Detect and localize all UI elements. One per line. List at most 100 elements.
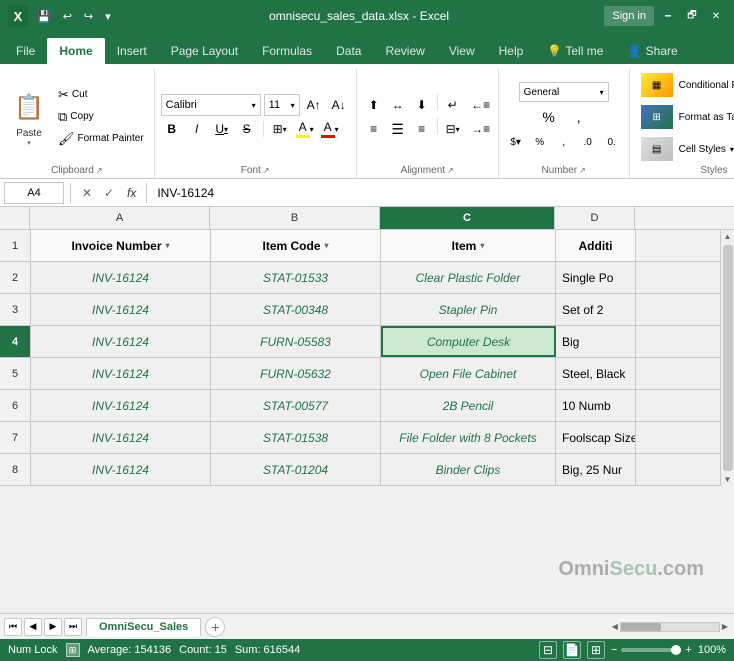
sheet-prev-btn[interactable]: ◀ (24, 618, 42, 636)
copy-button[interactable]: ⧉ Copy (54, 107, 148, 127)
tab-file[interactable]: File (4, 38, 47, 64)
decrease-indent-btn[interactable]: ←≡ (470, 94, 492, 116)
top-align-btn[interactable]: ⬆ (363, 94, 385, 116)
cell-a6[interactable]: INV-16124 (31, 390, 211, 421)
bottom-align-btn[interactable]: ⬇ (411, 94, 433, 116)
add-sheet-btn[interactable]: + (205, 617, 225, 637)
undo-btn[interactable]: ↩ (60, 8, 75, 25)
tab-view[interactable]: View (437, 38, 487, 64)
cell-b7[interactable]: STAT-01538 (211, 422, 381, 453)
cell-a4[interactable]: INV-16124 (31, 326, 211, 357)
header-item[interactable]: Item ▾ (381, 230, 556, 261)
col-header-b[interactable]: B (210, 207, 380, 229)
normal-view-btn[interactable]: ⊟ (539, 641, 557, 659)
tab-page-layout[interactable]: Page Layout (159, 38, 250, 64)
increase-indent-btn[interactable]: →≡ (470, 118, 492, 140)
cell-a3[interactable]: INV-16124 (31, 294, 211, 325)
increase-font-btn[interactable]: A↑ (303, 94, 325, 116)
underline-button[interactable]: U▾ (211, 118, 233, 140)
save-qat-btn[interactable]: 💾 (34, 8, 54, 25)
row-header-2[interactable]: 2 (0, 262, 30, 294)
increase-decimal-btn[interactable]: 0. (601, 132, 623, 152)
fill-color-button[interactable]: A ▾ (294, 118, 316, 140)
comma-button[interactable]: , (566, 104, 592, 130)
cell-d4[interactable]: Big (556, 326, 636, 357)
tab-share[interactable]: 👤 Share (615, 38, 689, 64)
right-align-btn[interactable]: ≡ (411, 118, 433, 140)
tab-home[interactable]: Home (47, 38, 104, 64)
font-size-dropdown[interactable]: 11 ▾ (264, 94, 300, 116)
sign-in-btn[interactable]: Sign in (604, 6, 654, 26)
sheet-last-btn[interactable]: ⏭ (64, 618, 82, 636)
cell-b8[interactable]: STAT-01204 (211, 454, 381, 485)
middle-align-btn[interactable]: ↔ (387, 94, 409, 116)
format-as-table-button[interactable]: ⊞ Format as Table ▾ (636, 102, 734, 132)
customize-qat-btn[interactable]: ▾ (102, 8, 114, 25)
page-break-view-btn[interactable]: ⊞ (587, 641, 605, 659)
row-header-4[interactable]: 4 (0, 326, 30, 358)
cell-a8[interactable]: INV-16124 (31, 454, 211, 485)
scroll-down-btn[interactable]: ▼ (722, 473, 734, 486)
sheet-first-btn[interactable]: ⏮ (4, 618, 22, 636)
col-header-c[interactable]: C (380, 207, 555, 229)
cell-a5[interactable]: INV-16124 (31, 358, 211, 389)
paste-button[interactable]: 📋 Paste ▾ (6, 85, 52, 150)
sheet-next-btn[interactable]: ▶ (44, 618, 62, 636)
normal-view-icon[interactable]: ⊞ (66, 643, 80, 657)
restore-btn[interactable]: 🗗 (682, 6, 702, 26)
zoom-plus[interactable]: + (685, 644, 691, 656)
row-header-8[interactable]: 8 (0, 454, 30, 486)
conditional-formatting-button[interactable]: ▦ Conditional Formatting ▾ (636, 70, 734, 100)
hscroll-right-btn[interactable]: ▶ (720, 622, 730, 631)
cell-c4[interactable]: Computer Desk (381, 326, 556, 357)
item-filter-arrow[interactable]: ▾ (480, 241, 484, 250)
italic-button[interactable]: I (186, 118, 208, 140)
redo-btn[interactable]: ↪ (81, 8, 96, 25)
left-align-btn[interactable]: ≡ (363, 118, 385, 140)
font-color-button[interactable]: A ▾ (319, 118, 341, 140)
invoice-filter-arrow[interactable]: ▾ (166, 241, 170, 250)
header-additional[interactable]: Additi (556, 230, 636, 261)
cancel-formula-btn[interactable]: ✕ (77, 183, 97, 203)
cell-reference-box[interactable]: A4 (4, 182, 64, 204)
format-painter-button[interactable]: 🖌 Format Painter (54, 129, 148, 149)
cell-styles-button[interactable]: ▤ Cell Styles ▾ (636, 134, 734, 164)
alignment-expand-btn[interactable]: ↗ (447, 166, 454, 175)
number-expand-btn[interactable]: ↗ (579, 166, 586, 175)
bold-button[interactable]: B (161, 118, 183, 140)
font-family-dropdown[interactable]: Calibri ▾ (161, 94, 261, 116)
header-item-code[interactable]: Item Code ▾ (211, 230, 381, 261)
sheet-tab-omnisecu[interactable]: OmniSecu_Sales (86, 618, 201, 637)
tab-formulas[interactable]: Formulas (250, 38, 324, 64)
center-align-btn[interactable]: ☰ (387, 118, 409, 140)
header-invoice[interactable]: Invoice Number ▾ (31, 230, 211, 261)
tab-review[interactable]: Review (373, 38, 436, 64)
scroll-up-btn[interactable]: ▲ (722, 230, 734, 243)
merge-btn[interactable]: ⊟▾ (442, 118, 464, 140)
cell-b3[interactable]: STAT-00348 (211, 294, 381, 325)
cell-c7[interactable]: File Folder with 8 Pockets (381, 422, 556, 453)
formula-input[interactable] (153, 186, 730, 200)
currency-btn[interactable]: $▾ (505, 132, 527, 152)
decrease-font-btn[interactable]: A↓ (328, 94, 350, 116)
comma-style-btn[interactable]: , (553, 132, 575, 152)
col-header-a[interactable]: A (30, 207, 210, 229)
cell-b4[interactable]: FURN-05583 (211, 326, 381, 357)
zoom-minus[interactable]: − (611, 644, 617, 656)
cell-b5[interactable]: FURN-05632 (211, 358, 381, 389)
number-format-dropdown[interactable]: General ▾ (519, 82, 609, 102)
decrease-decimal-btn[interactable]: .0 (577, 132, 599, 152)
scroll-thumb-v[interactable] (723, 245, 733, 471)
percent-style-btn[interactable]: % (529, 132, 551, 152)
cell-d3[interactable]: Set of 2 (556, 294, 636, 325)
col-header-d[interactable]: D (555, 207, 635, 229)
cell-c8[interactable]: Binder Clips (381, 454, 556, 485)
cell-c3[interactable]: Stapler Pin (381, 294, 556, 325)
cell-d5[interactable]: Steel, Black (556, 358, 636, 389)
cell-b2[interactable]: STAT-01533 (211, 262, 381, 293)
hscroll-thumb[interactable] (621, 623, 661, 631)
strikethrough-button[interactable]: S (236, 118, 258, 140)
row-header-1[interactable]: 1 (0, 230, 30, 262)
cell-d2[interactable]: Single Po (556, 262, 636, 293)
row-header-5[interactable]: 5 (0, 358, 30, 390)
